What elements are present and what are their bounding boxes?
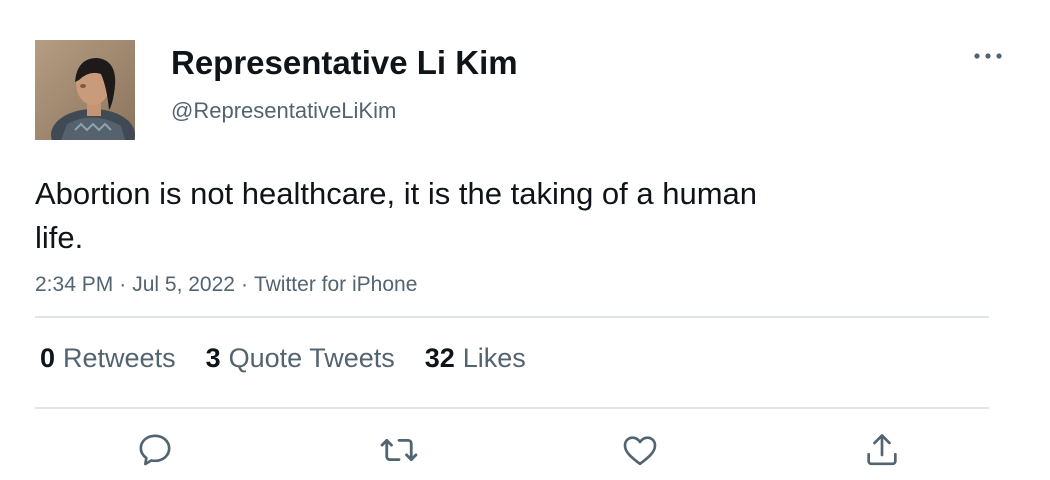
tweet-stats: 0 Retweets 3 Quote Tweets 32 Likes (40, 340, 526, 376)
profile-photo (35, 40, 135, 140)
separator: · (119, 273, 127, 296)
share-icon (867, 434, 897, 466)
quote-tweets-stat[interactable]: 3 Quote Tweets (206, 340, 395, 376)
share-button[interactable] (860, 428, 904, 472)
tweet-text: Abortion is not healthcare, it is the ta… (35, 176, 758, 255)
likes-stat[interactable]: 32 Likes (425, 340, 526, 376)
like-button[interactable] (618, 428, 662, 472)
author-display-name[interactable]: Representative Li Kim (171, 44, 518, 82)
retweets-label: Retweets (63, 343, 176, 373)
avatar[interactable] (35, 40, 135, 140)
likes-label: Likes (462, 343, 526, 373)
likes-count: 32 (424, 343, 455, 373)
quote-tweets-label: Quote Tweets (228, 343, 395, 373)
divider (35, 407, 989, 409)
retweets-stat[interactable]: 0 Retweets (40, 340, 176, 376)
more-options-button[interactable] (968, 44, 1008, 68)
quote-tweets-count: 3 (205, 343, 221, 373)
separator: · (240, 273, 248, 296)
tweet-date[interactable]: Jul 5, 2022 (132, 273, 235, 296)
tweet-time[interactable]: 2:34 PM (35, 273, 113, 296)
divider (35, 316, 989, 318)
more-icon (974, 53, 1002, 59)
reply-button[interactable] (133, 428, 177, 472)
retweet-button[interactable] (377, 428, 421, 472)
heart-icon (623, 436, 657, 466)
reply-icon (139, 434, 171, 466)
tweet-source[interactable]: Twitter for iPhone (254, 273, 417, 296)
author-handle[interactable]: @RepresentativeLiKim (171, 97, 396, 125)
retweet-icon (380, 438, 418, 462)
retweets-count: 0 (40, 343, 56, 373)
tweet-meta: 2:34 PM · Jul 5, 2022 · Twitter for iPhone (35, 270, 417, 300)
